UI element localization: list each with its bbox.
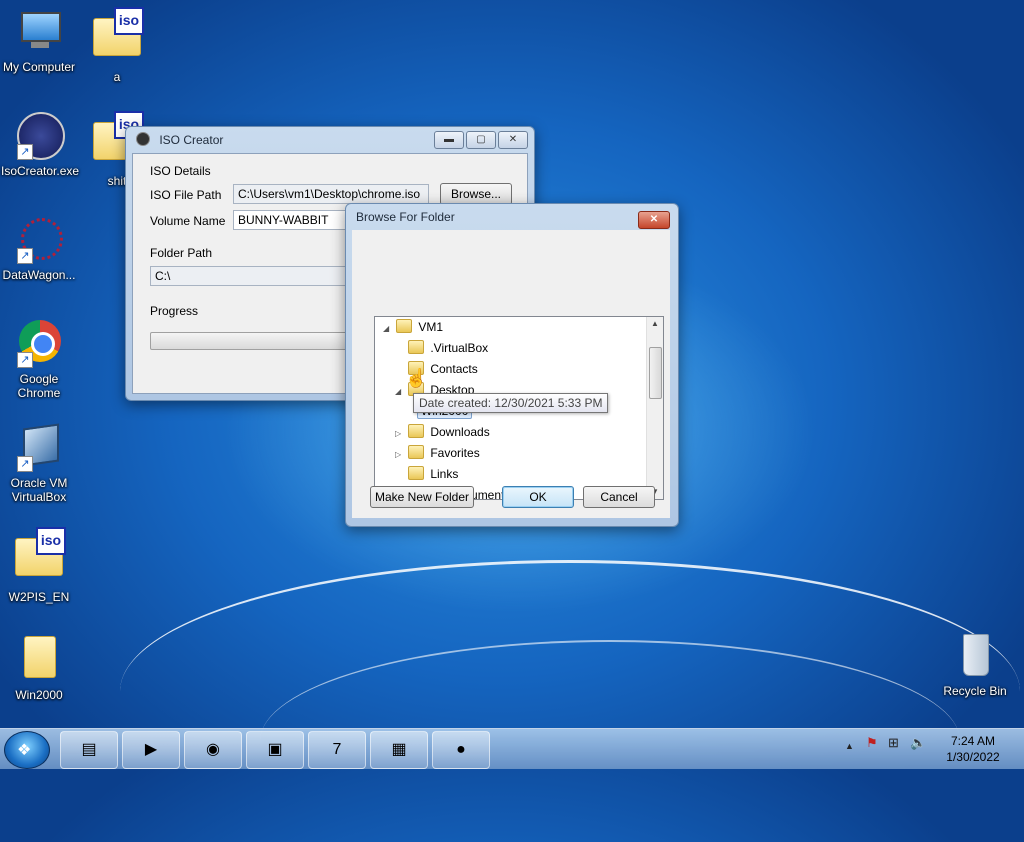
downloads-folder-icon: [408, 424, 425, 438]
seven-zip-icon: 7: [332, 741, 342, 758]
monitor-icon: ▦: [391, 741, 407, 758]
ok-button[interactable]: OK: [502, 486, 574, 508]
folder-icon: [15, 636, 63, 684]
group-iso-details: ISO Details: [150, 164, 211, 178]
taskbar-monitor-app-button[interactable]: ▦: [370, 731, 428, 769]
folder-path-field[interactable]: C:\: [150, 266, 346, 286]
desktop-icon-label: a: [113, 70, 121, 84]
tree-node-vm1[interactable]: ◢ VM1: [383, 317, 443, 337]
cancel-button[interactable]: Cancel: [583, 486, 655, 508]
chrome-icon: ◉: [206, 741, 220, 758]
close-button[interactable]: ✕: [638, 211, 670, 229]
desktop-icon-w2pis[interactable]: iso W2PIS_EN: [1, 527, 77, 604]
desktop-icon-my-computer[interactable]: My Computer: [1, 8, 77, 74]
progress-bar: [150, 332, 352, 350]
start-button[interactable]: ❖: [4, 731, 50, 769]
close-button[interactable]: ✕: [498, 131, 528, 149]
taskbar-chrome-button[interactable]: ◉: [184, 731, 242, 769]
scroll-up-arrow-icon[interactable]: ▲: [647, 317, 663, 331]
user-folder-icon: [396, 319, 413, 333]
windows-logo-icon: ❖: [17, 742, 32, 759]
expand-arrow-icon[interactable]: ◢: [383, 319, 393, 339]
desktop-icon-label: Win2000: [15, 688, 63, 702]
datawagon-icon: ↗: [15, 216, 63, 264]
taskbar-explorer-button[interactable]: ▤: [60, 731, 118, 769]
taskbar-7zip-button[interactable]: 7: [308, 731, 366, 769]
clock-date: 1/30/2022: [946, 750, 1000, 764]
chrome-icon: ↗: [15, 320, 63, 368]
computer-icon: [15, 8, 63, 56]
desktop-icon-label: Recycle Bin: [943, 684, 1007, 698]
volume-name-label: Volume Name: [150, 214, 226, 228]
expand-arrow-icon[interactable]: ◢: [395, 382, 405, 402]
iso-path-label: ISO File Path: [150, 188, 222, 202]
favorites-folder-icon: [408, 445, 425, 459]
iso-file-icon: iso: [93, 7, 144, 66]
desktop-icon-label: W2PIS_EN: [8, 590, 70, 604]
desktop-icon-label: IsoCreator.exe: [1, 164, 80, 178]
network-icon[interactable]: ⊞: [888, 735, 899, 751]
recycle-bin-icon: [951, 632, 999, 680]
desktop-icon-label: My Computer: [2, 60, 76, 74]
folder-tooltip: Date created: 12/30/2021 5:33 PM: [413, 393, 609, 413]
desktop-icon-chrome[interactable]: ↗ Google Chrome: [1, 320, 77, 400]
volume-name-field[interactable]: BUNNY-WABBIT: [233, 210, 349, 230]
tree-node-favorites[interactable]: ▷ Favorites: [395, 443, 480, 463]
virtualbox-icon: ▣: [267, 741, 283, 758]
desktop-icon-win2000[interactable]: Win2000: [1, 632, 77, 702]
expand-arrow-icon[interactable]: ▷: [395, 445, 405, 465]
taskbar-media-player-button[interactable]: ▶: [122, 731, 180, 769]
desktop-icon-label: Oracle VM VirtualBox: [10, 476, 68, 504]
cdcat-app-icon: ↗: [15, 112, 65, 160]
group-progress: Progress: [150, 304, 199, 318]
volume-icon[interactable]: 🔈: [910, 735, 926, 751]
desktop-icon-isocreator[interactable]: ↗ IsoCreator.exe: [1, 112, 80, 178]
app-icon: [136, 132, 150, 146]
window-title: ISO Creator: [159, 133, 224, 147]
links-folder-icon: [408, 466, 425, 480]
desktop-icon-label: Google Chrome: [17, 372, 61, 400]
tree-node-links[interactable]: Links: [395, 464, 458, 484]
desktop-icon-virtualbox[interactable]: ↗ Oracle VM VirtualBox: [1, 423, 77, 504]
folder-icon: [408, 340, 425, 354]
show-hidden-icons-button[interactable]: ▲: [845, 741, 854, 751]
taskbar-virtualbox-button[interactable]: ▣: [246, 731, 304, 769]
tree-scrollbar[interactable]: ▲ ▼: [646, 317, 663, 499]
taskbar-isocreator-button[interactable]: ●: [432, 731, 490, 769]
group-folder-path: Folder Path: [150, 246, 213, 260]
make-new-folder-button[interactable]: Make New Folder: [370, 486, 474, 508]
dialog-title: Browse For Folder: [356, 210, 455, 224]
clock-time: 7:24 AM: [950, 734, 996, 748]
tree-node-virtualbox[interactable]: .VirtualBox: [395, 338, 488, 358]
virtualbox-icon: ↗: [15, 423, 63, 472]
browse-button[interactable]: Browse...: [440, 183, 512, 205]
taskbar-clock[interactable]: 7:24 AM 1/30/2022: [932, 733, 1014, 765]
browse-folder-dialog: Browse For Folder ✕ ◢ VM1 .VirtualBox Co…: [345, 203, 679, 527]
iso-file-icon: iso: [15, 527, 66, 586]
tree-node-downloads[interactable]: ▷ Downloads: [395, 422, 490, 442]
maximize-button[interactable]: ▢: [466, 131, 496, 149]
desktop-icon-label: DataWagon...: [2, 268, 76, 282]
desktop-icon-datawagon[interactable]: ↗ DataWagon...: [1, 216, 77, 282]
cdcat-app-icon: ●: [456, 741, 466, 758]
desktop-icon-recycle-bin[interactable]: Recycle Bin: [937, 632, 1013, 698]
folder-icon: ▤: [81, 741, 97, 758]
action-center-flag-icon[interactable]: ⚑: [866, 735, 878, 751]
hand-cursor-icon: ☝: [405, 368, 428, 388]
taskbar: ❖ ▤ ▶ ◉ ▣ 7 ▦ ● ▲ ⚑ ⊞ 🔈 7:24 AM 1/30/202…: [0, 728, 1024, 769]
dialog-titlebar[interactable]: Browse For Folder: [346, 204, 678, 230]
media-player-icon: ▶: [144, 741, 158, 758]
iso-path-field[interactable]: C:\Users\vm1\Desktop\chrome.iso: [233, 184, 429, 204]
dialog-client-area: ◢ VM1 .VirtualBox Contacts ◢ Desktop Win…: [352, 230, 670, 518]
scroll-thumb[interactable]: [649, 347, 662, 399]
minimize-button[interactable]: ▬: [434, 131, 464, 149]
desktop-icon-a[interactable]: iso a: [79, 7, 155, 84]
expand-arrow-icon[interactable]: ▷: [395, 424, 405, 444]
